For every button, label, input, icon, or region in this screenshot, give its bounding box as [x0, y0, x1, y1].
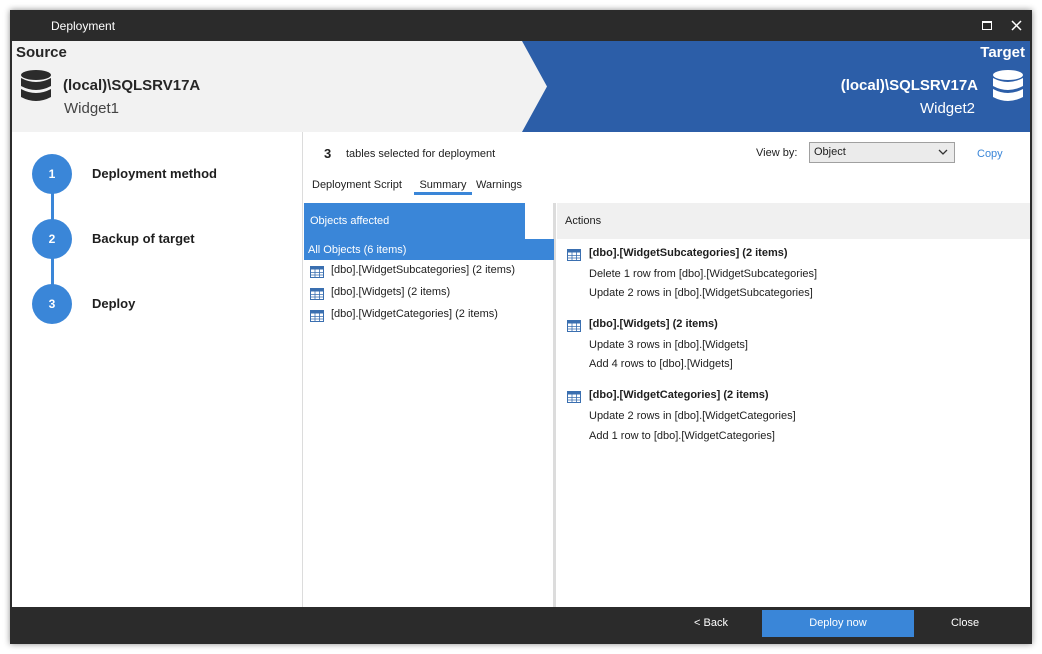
dialog-body: 1 Deployment method 2 Backup of target 3…	[12, 132, 1030, 607]
step-label: Backup of target	[92, 231, 195, 246]
database-icon	[993, 70, 1023, 101]
source-label: Source	[16, 44, 67, 61]
objects-pane: Objects affected All Objects (6 items) […	[304, 203, 556, 607]
action-group-label: [dbo].[Widgets] (2 items)	[589, 318, 718, 330]
step-deploy[interactable]: 3 Deploy	[32, 284, 292, 324]
chevron-down-icon	[938, 149, 948, 155]
step-number: 2	[32, 219, 72, 259]
target-label: Target	[980, 44, 1025, 61]
deploy-now-button[interactable]: Deploy now	[762, 610, 914, 637]
maximize-button[interactable]	[972, 10, 1002, 41]
step-number: 3	[32, 284, 72, 324]
actions-pane: Actions [dbo].[WidgetSubcategories] (2 i…	[557, 203, 1030, 607]
database-icon	[21, 70, 51, 101]
table-icon	[567, 320, 581, 332]
action-line: Add 1 row to [dbo].[WidgetCategories]	[589, 430, 775, 442]
action-line: Update 3 rows in [dbo].[Widgets]	[589, 339, 748, 351]
action-group-label: [dbo].[WidgetCategories] (2 items)	[589, 389, 769, 401]
step-label: Deployment method	[92, 166, 217, 181]
table-icon	[310, 266, 324, 278]
tab-summary[interactable]: Summary	[414, 178, 472, 195]
back-button[interactable]: < Back	[688, 610, 734, 637]
selected-table-count: 3	[324, 146, 332, 161]
selected-tables-text: tables selected for deployment	[346, 148, 496, 160]
action-line: Add 4 rows to [dbo].[Widgets]	[589, 358, 733, 370]
object-label: [dbo].[WidgetCategories] (2 items)	[331, 308, 498, 320]
action-line: Update 2 rows in [dbo].[WidgetCategories…	[589, 410, 796, 422]
all-objects-item[interactable]: All Objects (6 items)	[304, 239, 554, 260]
tab-deployment-script[interactable]: Deployment Script	[312, 178, 402, 195]
deployment-window: Deployment Source (local)\SQLSRV17A Widg…	[10, 10, 1032, 644]
step-deployment-method[interactable]: 1 Deployment method	[32, 154, 292, 194]
close-button[interactable]: Close	[940, 610, 990, 637]
action-line: Update 2 rows in [dbo].[WidgetSubcategor…	[589, 287, 813, 299]
target-database: Widget2	[919, 100, 975, 117]
table-icon	[310, 310, 324, 322]
view-by-label: View by:	[756, 147, 798, 159]
action-group-label: [dbo].[WidgetSubcategories] (2 items)	[589, 247, 788, 259]
step-number: 1	[32, 154, 72, 194]
source-server: (local)\SQLSRV17A	[63, 77, 201, 94]
objects-affected-header[interactable]: Objects affected	[304, 203, 525, 239]
table-icon	[567, 249, 581, 261]
action-line: Delete 1 row from [dbo].[WidgetSubcatego…	[589, 268, 818, 280]
summary-content: 3 tables selected for deployment View by…	[304, 132, 1030, 607]
steps-pane: 1 Deployment method 2 Backup of target 3…	[12, 132, 303, 607]
view-by-select[interactable]: Object	[809, 142, 955, 163]
object-label: [dbo].[Widgets] (2 items)	[331, 286, 451, 298]
copy-link[interactable]: Copy	[977, 148, 1003, 160]
target-server: (local)\SQLSRV17A	[840, 77, 978, 94]
table-icon	[567, 391, 581, 403]
window-title: Deployment	[51, 19, 116, 33]
step-label: Deploy	[92, 296, 136, 311]
title-bar: Deployment	[10, 10, 1032, 41]
table-icon	[310, 288, 324, 300]
dialog-footer: < Back Deploy now Close	[10, 607, 1032, 644]
close-window-button[interactable]	[1002, 10, 1032, 41]
close-icon	[1011, 20, 1022, 31]
maximize-icon	[982, 21, 992, 30]
view-by-value: Object	[814, 146, 846, 158]
source-database: Widget1	[64, 100, 120, 117]
step-backup-of-target[interactable]: 2 Backup of target	[32, 219, 292, 259]
source-target-header: Source (local)\SQLSRV17A Widget1 Target …	[12, 41, 1030, 132]
tab-warnings[interactable]: Warnings	[476, 178, 522, 195]
actions-header: Actions	[557, 203, 1030, 239]
object-label: [dbo].[WidgetSubcategories] (2 items)	[331, 264, 516, 276]
